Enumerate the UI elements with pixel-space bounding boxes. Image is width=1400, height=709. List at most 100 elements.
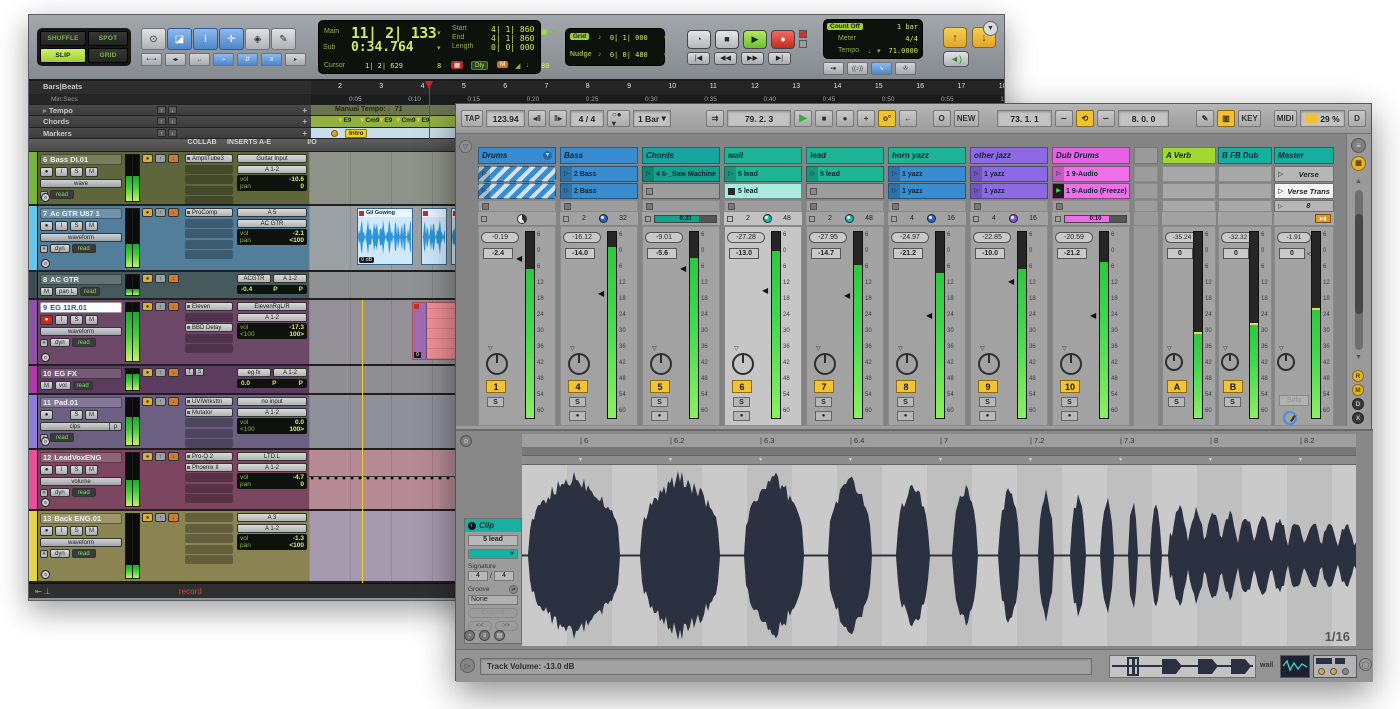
clip-playing-icon[interactable]: ▶ (1053, 184, 1064, 199)
track-view-selector[interactable]: volume (41, 478, 121, 485)
warp-marker-bar[interactable]: ▼▼▼▼▼▼▼▼▼▼ (522, 456, 1356, 465)
play-button[interactable]: ▶ (794, 110, 812, 127)
track-dyn-button[interactable]: dyn (50, 549, 70, 558)
collab-user-icon[interactable]: ● (142, 397, 153, 406)
track-header[interactable]: Chords (642, 147, 720, 164)
arm-button[interactable]: ● (897, 411, 914, 421)
track-activator-button[interactable]: 4 (568, 380, 588, 393)
ruler-minsec-label[interactable]: Min:Secs (29, 95, 311, 105)
io-box[interactable]: A 3 (237, 513, 307, 522)
insert-slot-empty[interactable] (185, 250, 233, 259)
warp-marker-icon[interactable]: ▼ (668, 457, 673, 463)
track-s-button[interactable]: S (70, 465, 83, 475)
bar-number[interactable]: 14 (834, 83, 842, 90)
toolbar-expand-icon[interactable]: ▼ (983, 21, 998, 36)
clip-gain-tag[interactable]: 0 dB (359, 257, 374, 263)
zoom-tool-icon[interactable]: ⊙ (141, 28, 166, 50)
collab-upload-icon[interactable]: ↑ (155, 154, 166, 163)
chord-label[interactable]: ▼E9 (378, 117, 392, 124)
marker-intro[interactable]: Intro (345, 129, 367, 138)
output-window-icon[interactable]: o (41, 437, 50, 446)
solo-button[interactable]: S (897, 397, 914, 407)
track-mini-M[interactable]: M (40, 381, 53, 390)
clip-slot[interactable]: ▷ (478, 166, 556, 182)
main-counter-display[interactable]: Main 11| 2| 133 ▾ Sub 0:34.764 ▾ Start 4… (318, 20, 541, 74)
track-input-monitor-button[interactable]: ◄) (943, 51, 969, 67)
track-activator-button[interactable]: 1 (486, 380, 506, 393)
track-i-button[interactable]: I (55, 315, 68, 325)
solo-button-disabled[interactable]: Solo (1279, 395, 1309, 406)
track-activator-button[interactable]: 6 (732, 380, 752, 393)
audio-clip[interactable]: Gil Gowing0 dB (357, 208, 413, 265)
clip-stop-square[interactable] (646, 188, 653, 195)
device-thumbnail-waveform[interactable] (1280, 655, 1310, 678)
midi-chip[interactable]: M (497, 61, 508, 68)
collab-download-icon[interactable]: ↓ (168, 397, 179, 406)
track-record-button[interactable]: ● (40, 526, 53, 536)
clip-slot[interactable]: ▷5 lead (806, 166, 884, 182)
solo-button[interactable]: S (815, 397, 832, 407)
io-box[interactable]: A 1-2 (273, 368, 307, 377)
key-map-button[interactable]: KEY (1238, 110, 1261, 127)
track-name[interactable]: 13Back ENG.01 (40, 513, 122, 524)
track-i-button[interactable]: I (55, 465, 68, 475)
track-s-button[interactable]: S (70, 410, 83, 420)
io-lcd-row[interactable]: vol-10.6 (240, 176, 304, 183)
elastic-audio-icon[interactable]: ✳ (40, 339, 48, 347)
automation-mode-button[interactable]: read (72, 338, 96, 347)
peak-level-display[interactable]: -22.85 (973, 232, 1011, 243)
volume-field[interactable]: 0 (1279, 248, 1305, 259)
io-lcd-row[interactable]: pan0 (240, 183, 304, 190)
fader-handle-icon[interactable]: ◀ (1090, 311, 1096, 320)
track-m-button[interactable]: M (85, 465, 98, 475)
stop-button[interactable] (728, 203, 735, 210)
elastic-audio-icon[interactable]: ✳ (40, 245, 48, 253)
io-lcd-value[interactable]: P (299, 285, 303, 294)
pan-knob[interactable] (1221, 353, 1239, 371)
io-box[interactable]: LTD.L (237, 452, 307, 461)
show-d-toggle-icon[interactable]: D (1352, 398, 1364, 410)
beat-time-ruler[interactable]: | 6| 6.2| 6.3| 6.4| 7| 7.2| 7.3| 8| 8.2 (522, 434, 1356, 448)
track-view-extra[interactable]: p (109, 423, 121, 430)
device-expand-icon[interactable]: ◯ (1359, 658, 1372, 671)
scene-slot[interactable]: ▷8 (1274, 200, 1334, 212)
collab-download-icon[interactable]: ↓ (168, 302, 179, 311)
crossfade-icon[interactable] (1283, 411, 1297, 425)
track-view-selector[interactable]: clps (41, 423, 109, 430)
collab-upload-icon[interactable]: ↑ (155, 513, 166, 522)
volume-field[interactable]: -2.4 (483, 248, 513, 259)
track-name[interactable]: 10EG FX (40, 368, 122, 379)
loop-length-display[interactable]: 8. 0. 0 (1118, 110, 1169, 127)
track-view-selector[interactable]: wave (41, 180, 121, 187)
collab-upload-icon[interactable]: ↑ (155, 368, 166, 377)
insert-slot-empty[interactable] (185, 175, 233, 184)
track-header[interactable]: lead (806, 147, 884, 164)
bar-number[interactable]: 7 (545, 83, 549, 90)
zoom-preset-button[interactable]: ◂▸ (165, 53, 186, 66)
io-lcd-row[interactable]: vol-2.1 (240, 230, 304, 237)
pan-knob[interactable] (1165, 353, 1183, 371)
track-m-button[interactable]: M (85, 526, 98, 536)
show-r-toggle-icon[interactable]: R (1352, 370, 1364, 382)
tempo-conductor-button[interactable]: ➘ (871, 62, 892, 75)
warp-marker-icon[interactable]: ▼ (1028, 457, 1033, 463)
warp-marker-icon[interactable]: ▼ (1298, 457, 1303, 463)
audio-clip[interactable] (421, 208, 447, 265)
track-header[interactable]: A Verb (1162, 147, 1216, 164)
track-header[interactable]: horn yazz (888, 147, 966, 164)
insert-slot[interactable]: Phoenix II (185, 463, 233, 472)
bar-number[interactable]: 11 (710, 83, 717, 90)
peak-level-display[interactable]: -0.19 (481, 232, 519, 243)
fader-handle-icon[interactable]: ◀ (680, 264, 686, 273)
clip-color-chooser[interactable]: ▼ (468, 549, 518, 559)
mixer-view-icon[interactable]: ▦ (1351, 156, 1366, 171)
volume-field[interactable]: -5.6 (647, 248, 677, 259)
follow-button[interactable]: ⇉ (706, 110, 724, 127)
insert-slot-empty[interactable] (185, 229, 233, 238)
status-knob-icon[interactable] (763, 214, 772, 223)
peak-level-display[interactable]: -27.28 (727, 232, 765, 243)
track-name[interactable]: 6Bass DI.01 (40, 154, 122, 165)
collab-user-icon[interactable]: ● (142, 154, 153, 163)
scroll-left-icon[interactable]: ⇤ ⊥ (35, 587, 51, 596)
volume-field[interactable]: -10.0 (975, 248, 1005, 259)
